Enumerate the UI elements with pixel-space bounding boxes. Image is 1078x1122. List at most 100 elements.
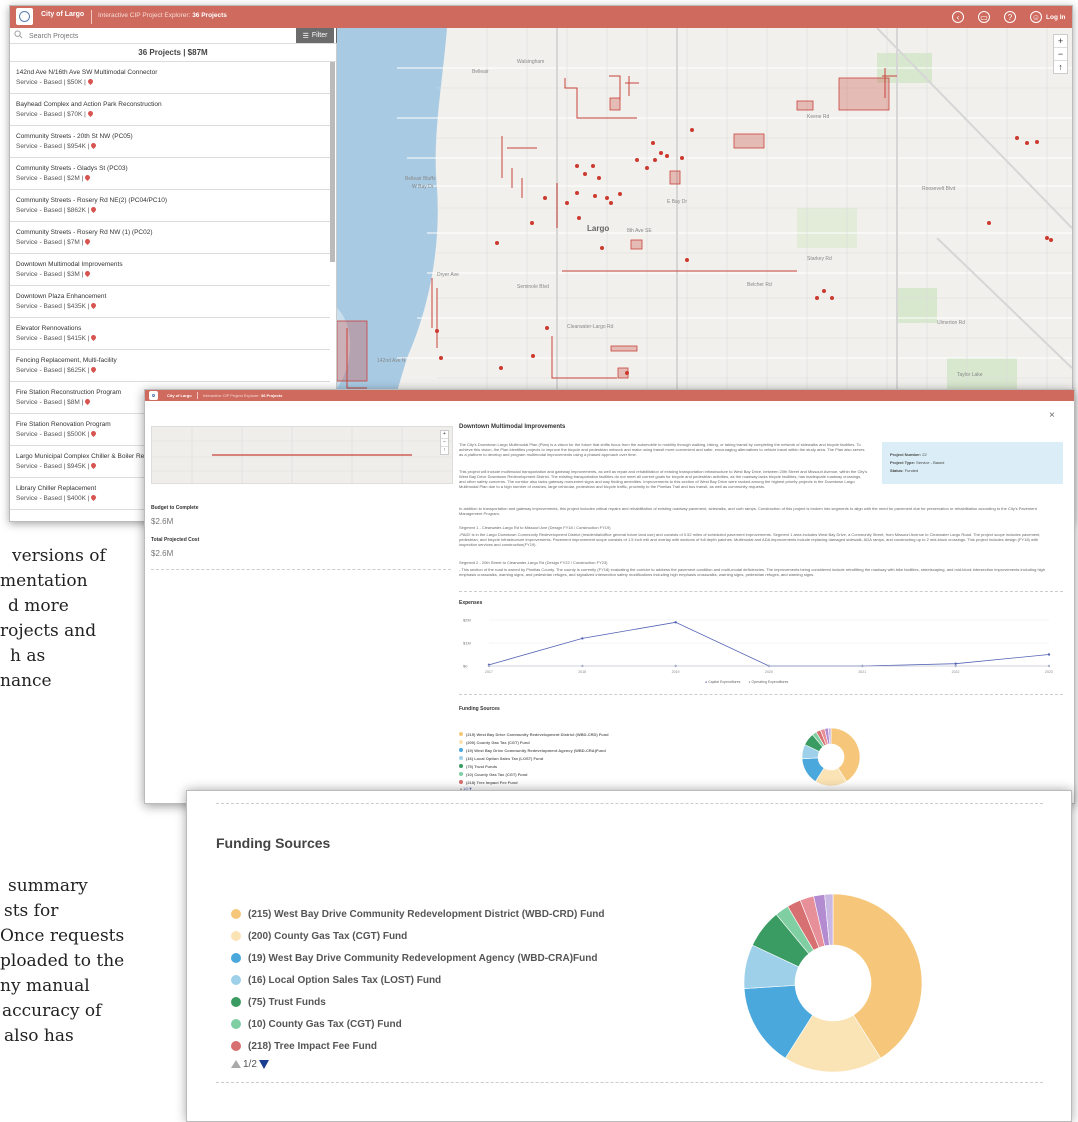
map-pin-icon[interactable] [86,109,94,118]
funding-legend-item[interactable]: (200) County Gas Tax (CGT) Fund [459,738,609,746]
funding-legend-item[interactable]: (215) West Bay Drive Community Redevelop… [459,730,609,738]
funding-legend-item[interactable]: (10) County Gas Tax (CGT) Fund [459,770,609,778]
map-pin-icon[interactable] [84,269,92,278]
projects-summary: 36 Projects | $87M [10,45,336,62]
project-type: Service - Based [916,460,945,465]
project-meta: Service - Based | $435K | [16,301,330,310]
data-point[interactable] [767,664,771,668]
legend-label: (10) County Gas Tax (CGT) Fund [466,771,528,777]
data-point[interactable] [1047,653,1051,656]
project-meta-text: Service - Based | $500K | [16,431,90,438]
print-icon[interactable]: ▭ [978,11,990,23]
legend-operating[interactable]: ● Operating Expenditures [748,680,788,684]
data-point[interactable] [487,664,491,668]
project-list-item[interactable]: 142nd Ave N/16th Ave SW Multimodal Conne… [10,62,330,94]
funding-legend-item[interactable]: (16) Local Option Sales Tax (LOST) Fund [459,754,609,762]
help-icon[interactable]: ? [1004,11,1016,23]
legend-swatch [459,756,463,760]
project-meta-text: Service - Based | $862K | [16,207,90,214]
funding-legend-item[interactable]: (10) County Gas Tax (CGT) Fund [231,1013,605,1035]
data-point[interactable] [954,664,957,668]
header-icons: ‹ ▭ ? ☺ Log In [952,11,1066,23]
funding-legend-item[interactable]: (75) Trust Funds [231,991,605,1013]
project-list-item[interactable]: Elevator Rennovations Service - Based | $… [10,318,330,350]
project-number-row: Project Number: 22 [890,452,1063,457]
compass-icon[interactable]: ↑ [1054,61,1067,73]
map-pin-icon[interactable] [84,173,92,182]
budget-value: $2.6M [151,517,174,526]
park [797,208,857,248]
project-list-item[interactable]: Community Streets - 20th St NW (PC05) Ser… [10,126,330,158]
map-pin-icon[interactable] [90,333,98,342]
legend-label: (16) Local Option Sales Tax (LOST) Fund [466,755,544,761]
map-pin-icon[interactable] [86,77,94,86]
project-list-item[interactable]: Community Streets - Rosery Rd NW (1) (PC… [10,222,330,254]
map-pin-icon[interactable] [84,397,92,406]
map-pin-icon[interactable] [90,141,98,150]
funding-legend-item[interactable]: (16) Local Option Sales Tax (LOST) Fund [231,969,605,991]
share-icon[interactable]: ‹ [952,11,964,23]
legend-pager: 1/2 [231,1057,605,1071]
project-name: Downtown Multimodal Improvements [16,261,123,268]
data-point[interactable] [674,664,677,668]
project-list-item[interactable]: Community Streets - Gladys St (PC03) Serv… [10,158,330,190]
login-link[interactable]: ☺ Log In [1030,11,1066,23]
city-name[interactable]: City of Largo [41,11,84,18]
map-pin-icon[interactable] [90,461,98,470]
project-list-item[interactable]: Fencing Replacement, Multi-facility Servi… [10,350,330,382]
funding-legend-item[interactable]: (218) Tree Impact Fee Fund [459,778,609,786]
minimap-canvas[interactable] [152,427,452,483]
project-list-item[interactable]: Downtown Multimodal Improvements Service … [10,254,330,286]
map-pin-icon[interactable] [90,301,98,310]
filter-button[interactable]: ☰ Filter [296,28,334,43]
project-meta-text: Service - Based | $8M | [16,399,84,406]
map-pin-icon[interactable] [84,237,92,246]
legend-label: (215) West Bay Drive Community Redevelop… [248,908,605,920]
project-list-item[interactable]: Bayhead Complex and Action Park Reconstr… [10,94,330,126]
legend-swatch [231,909,241,919]
map-label: Starkey Rd [807,256,832,262]
zoom-out-button[interactable]: − [1054,48,1067,61]
map-label: Ulmerton Rd [937,320,965,326]
data-point[interactable] [674,621,677,624]
project-meta-text: Service - Based | $2M | [16,175,84,182]
legend-swatch [459,732,463,736]
map-pin-icon[interactable] [90,429,98,438]
map-pin-icon[interactable] [90,205,98,214]
funding-legend-item[interactable]: (215) West Bay Drive Community Redevelop… [231,903,605,925]
legend-operating-label: Operating Expenditures [751,680,789,684]
map-label: Dryer Ave [437,272,459,278]
header-divider [197,392,198,399]
detail-minimap[interactable]: + − ↑ [151,426,453,484]
data-point[interactable] [1047,664,1051,668]
project-list-item[interactable]: Community Streets - Rosery Rd NE(2) (PC0… [10,190,330,222]
funding-legend-item[interactable]: (19) West Bay Drive Community Redevelopm… [231,947,605,969]
funding-legend-item[interactable]: (19) West Bay Drive Community Redevelopm… [459,746,609,754]
zoom-out-button[interactable]: − [441,439,448,447]
sidebar-scrollbar[interactable] [330,62,335,262]
funding-legend-item[interactable]: (75) Trust Funds [459,762,609,770]
data-point[interactable] [954,662,957,665]
project-name: Community Streets - 20th St NW (PC05) [16,133,133,140]
data-point[interactable] [581,637,584,640]
project-meta: Service - Based | $415K | [16,333,330,342]
close-button[interactable]: × [1049,410,1055,421]
project-meta-text: Service - Based | $435K | [16,303,90,310]
map-pin-icon[interactable] [90,493,98,502]
pager-next-icon[interactable] [258,1059,269,1069]
zoom-in-button[interactable]: + [1054,35,1067,48]
pager-prev-icon[interactable] [231,1060,241,1068]
legend-capital[interactable]: ● Capital Expenditures [705,680,740,684]
search-input[interactable] [27,29,291,43]
compass-icon[interactable]: ↑ [441,447,448,454]
project-list-item[interactable]: Downtown Plaza Enhancement Service - Base… [10,286,330,318]
map-pin-icon[interactable] [90,365,98,374]
funding-legend-item[interactable]: (200) County Gas Tax (CGT) Fund [231,925,605,947]
zoom-in-button[interactable]: + [441,431,448,439]
city-name[interactable]: City of Largo [167,393,192,398]
total-cost-label: Total Projected Cost [151,537,200,543]
data-point[interactable] [581,664,584,668]
funding-legend-item[interactable]: (218) Tree Impact Fee Fund [231,1035,605,1057]
map-label: Seminole Blvd [517,284,549,290]
data-point[interactable] [861,664,864,668]
